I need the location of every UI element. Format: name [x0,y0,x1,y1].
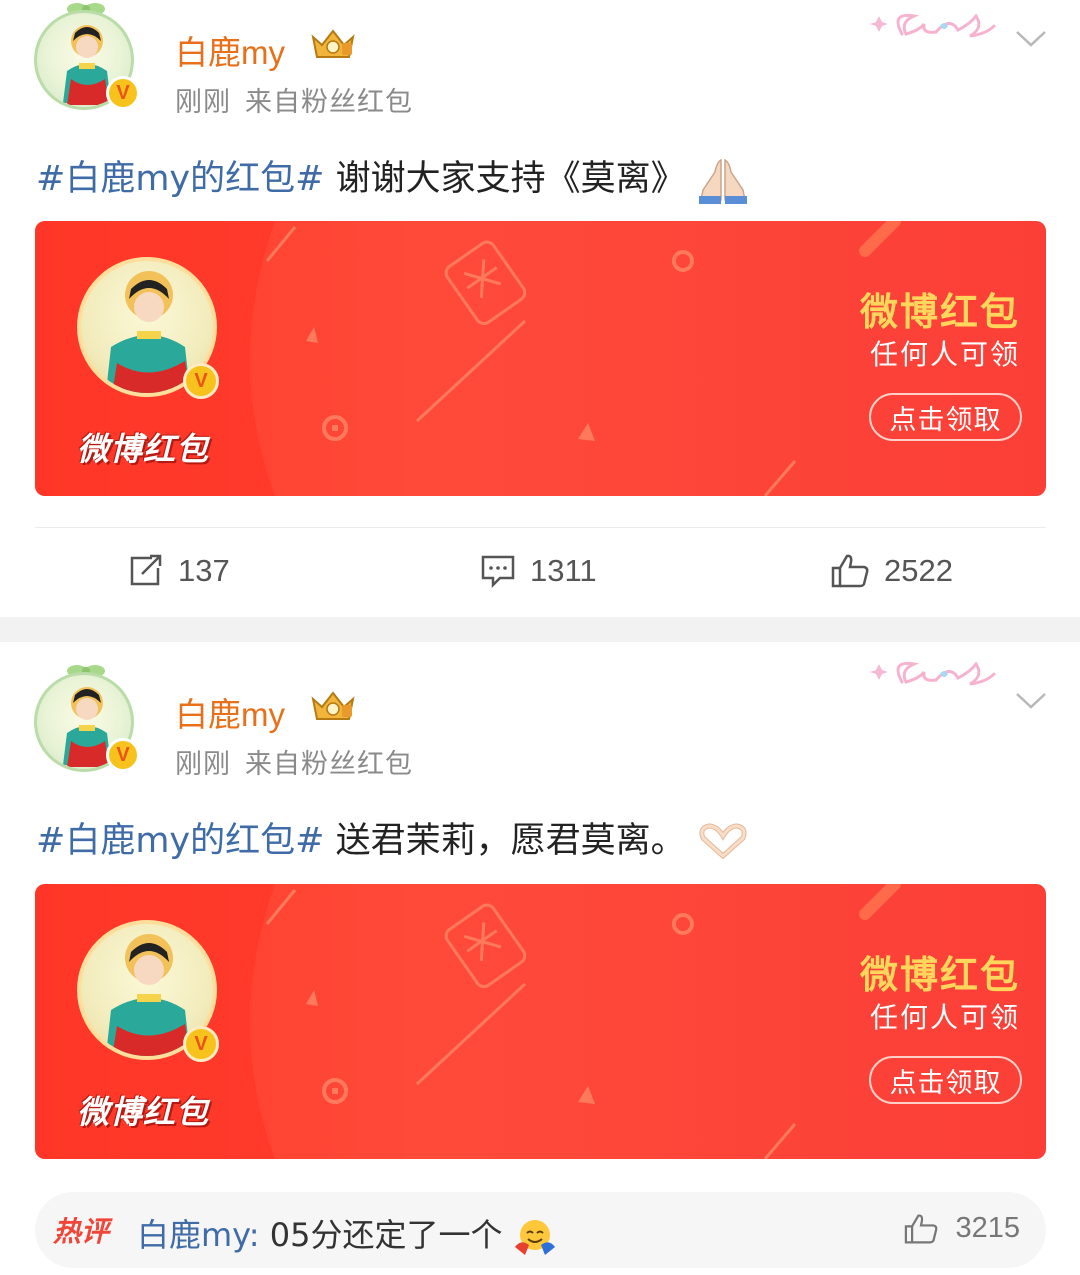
heart-hands-icon [699,823,747,860]
card-title: 微博红包 [859,290,1020,334]
like-button[interactable]: 2522 [830,548,953,594]
repost-count: 137 [178,553,230,588]
verified-badge: V [106,738,140,772]
weibo-post: V 白鹿my 刚刚 来自粉丝红包 #白鹿my的红包# 送君茉莉，愿君莫离。 V … [0,642,1080,1275]
hashtag-link[interactable]: #白鹿my的红包# [36,821,324,861]
comment-count: 1311 [530,553,597,588]
hot-comment-like-count: 3215 [955,1212,1020,1244]
chevron-down-icon[interactable] [1014,690,1048,712]
post-meta: 刚刚 来自粉丝红包 [175,80,413,119]
hot-comment-body: 05分还定了一个 [259,1216,503,1254]
comment-button[interactable]: 1311 [480,548,597,594]
claim-button[interactable]: 点击领取 [869,1056,1022,1104]
vip-crown-icon [311,29,355,58]
verified-badge: V [183,363,219,399]
post-source[interactable]: 来自粉丝红包 [245,749,413,780]
weibo-post: V 白鹿my 刚刚 来自粉丝红包 #白鹿my的红包# 谢谢大家支持《莫离》 V … [0,0,1080,617]
card-logo: 微博红包 [77,1093,210,1131]
verified-badge: V [183,1026,219,1062]
repost-button[interactable]: 137 [128,548,230,594]
avatar[interactable]: V [30,0,142,112]
chevron-down-icon[interactable] [1014,28,1048,50]
post-meta: 刚刚 来自粉丝红包 [175,742,413,781]
hot-comment-text: 白鹿my: 05分还定了一个 [137,1210,557,1257]
red-packet-card[interactable]: V 微博红包 微博红包 任何人可领 点击领取 [35,884,1046,1159]
love-decoration-icon [870,661,996,686]
hot-comment-tag: 热评 [53,1215,110,1248]
hashtag-link[interactable]: #白鹿my的红包# [36,159,324,199]
comment-icon [481,555,515,588]
card-subtitle: 任何人可领 [869,338,1020,371]
post-source[interactable]: 来自粉丝红包 [245,87,413,118]
divider [35,527,1046,528]
hot-comment-user[interactable]: 白鹿my: [137,1216,260,1254]
post-time: 刚刚 [175,749,231,780]
username[interactable]: 白鹿my [175,26,285,74]
post-time: 刚刚 [175,87,231,118]
claim-button[interactable]: 点击领取 [869,393,1022,441]
card-subtitle: 任何人可领 [869,1001,1020,1034]
avatar[interactable]: V [30,662,142,774]
username[interactable]: 白鹿my [175,688,285,736]
love-decoration-icon [870,13,996,38]
verified-badge: V [106,76,140,110]
share-icon [130,554,162,586]
post-text: 送君茉莉，愿君莫离。 [324,821,686,861]
red-packet-card[interactable]: V 微博红包 微博红包 任何人可领 点击领取 [35,221,1046,496]
thumbs-up-icon [831,554,869,588]
post-separator [0,617,1080,642]
card-title: 微博红包 [859,953,1020,997]
post-content: #白鹿my的红包# 送君茉莉，愿君莫离。 [36,812,749,863]
folded-hands-icon [698,158,747,204]
hugging-face-icon [514,1220,555,1255]
post-text: 谢谢大家支持《莫离》 [324,159,686,199]
hot-comment[interactable]: 热评 白鹿my: 05分还定了一个 3215 [35,1192,1046,1268]
thumbs-up-icon [905,1213,938,1243]
hot-comment-like[interactable]: 3215 [903,1212,1020,1245]
card-logo: 微博红包 [77,430,210,468]
vip-crown-icon [311,691,355,720]
post-content: #白鹿my的红包# 谢谢大家支持《莫离》 [36,150,749,204]
like-count: 2522 [884,553,953,588]
